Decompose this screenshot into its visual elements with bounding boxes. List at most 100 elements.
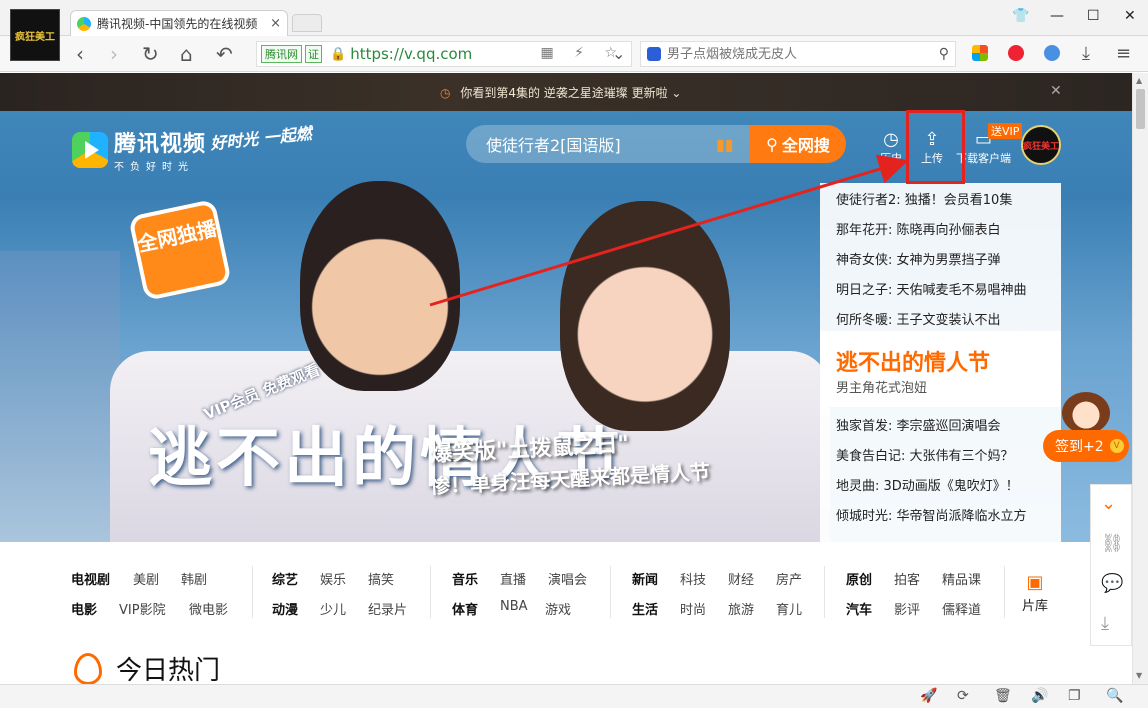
nav-fashion[interactable]: 时尚 — [680, 599, 706, 618]
scroll-thumb[interactable] — [1136, 89, 1145, 129]
back-icon[interactable]: ‹ — [76, 42, 84, 66]
volume-icon[interactable]: 🔊 — [1031, 688, 1048, 704]
featured-subtitle: 男主角花式泡妞 — [836, 381, 928, 396]
cert-badge[interactable]: 证 — [305, 45, 322, 63]
collapse-icon[interactable]: ⌄ — [1101, 493, 1116, 514]
nav-parenting[interactable]: 育儿 — [776, 599, 802, 618]
link-icon[interactable]: ⛓ — [1101, 533, 1124, 554]
nav-news[interactable]: 新闻 — [632, 569, 658, 588]
nav-funny[interactable]: 搞笑 — [368, 569, 394, 588]
nav-concert[interactable]: 演唱会 — [548, 569, 587, 588]
forward-icon[interactable]: › — [110, 42, 118, 66]
nav-live[interactable]: 直播 — [500, 569, 526, 588]
site-search-box[interactable]: ▮▮ — [466, 125, 750, 163]
mascot-girl-icon[interactable] — [1062, 392, 1110, 434]
browser-tabbar: 疯狂美工 腾讯视频-中国领先的在线视频 × 👕 — ☐ ✕ — [0, 0, 1148, 61]
list-item[interactable]: 美食告白记: 大张伟有三个妈？ — [836, 445, 1014, 464]
maximize-button[interactable]: ☐ — [1087, 8, 1100, 24]
browser-search-box[interactable]: ⚲ — [640, 41, 956, 67]
scroll-up-icon[interactable]: ▲ — [1136, 76, 1142, 85]
nav-life[interactable]: 生活 — [632, 599, 658, 618]
close-window-button[interactable]: ✕ — [1124, 8, 1136, 24]
signin-button[interactable]: 签到+2 V — [1043, 430, 1129, 462]
nav-movie[interactable]: 电影 — [71, 599, 97, 618]
nav-vip-cinema[interactable]: VIP影院 — [119, 599, 166, 618]
reload-icon[interactable]: ↻ — [142, 42, 159, 66]
blue-extension-icon[interactable] — [1044, 45, 1060, 61]
trending-bars-icon[interactable]: ▮▮ — [716, 135, 734, 154]
nav-travel[interactable]: 旅游 — [728, 599, 754, 618]
skin-icon[interactable]: 👕 — [1012, 8, 1029, 24]
list-item[interactable]: 神奇女侠: 女神为男票挡子弹 — [836, 249, 1001, 268]
page-scrollbar[interactable]: ▲ ▼ — [1132, 73, 1148, 684]
site-search-input[interactable] — [486, 134, 716, 154]
scroll-down-icon[interactable]: ▼ — [1136, 671, 1142, 680]
vip-promo-tag[interactable]: 送VIP — [988, 123, 1023, 139]
nav-film-review[interactable]: 影评 — [894, 599, 920, 618]
nav-original[interactable]: 原创 — [846, 569, 872, 588]
nav-micro-film[interactable]: 微电影 — [189, 599, 228, 618]
nav-paike[interactable]: 拍客 — [894, 569, 920, 588]
address-dropdown-icon[interactable]: ⌄ — [612, 42, 625, 66]
home-icon[interactable]: ⌂ — [180, 42, 193, 66]
notice-link[interactable]: ◷ 你看到第4集的 逆袭之星途璀璨 更新啦 ⌄ — [440, 84, 681, 101]
chevron-down-icon: ⌄ — [671, 86, 682, 100]
tab-title: 腾讯视频-中国领先的在线视频 — [97, 17, 258, 31]
list-item[interactable]: 使徒行者2: 独播！会员看10集 — [836, 189, 1012, 208]
nav-tv[interactable]: 电视剧 — [71, 569, 110, 588]
nav-tech[interactable]: 科技 — [680, 569, 706, 588]
list-item[interactable]: 那年花开: 陈晓再向孙俪表白 — [836, 219, 1001, 238]
site-search-button[interactable]: ⚲ 全网搜 — [750, 125, 846, 163]
list-item[interactable]: 地灵曲: 3D动画版《鬼吹灯》！ — [836, 475, 1019, 494]
new-tab-button[interactable] — [292, 14, 322, 32]
window-icon[interactable]: ❐ — [1068, 688, 1081, 704]
list-item[interactable]: 明日之子: 天佑喊麦毛不易唱神曲 — [836, 279, 1027, 298]
address-bar[interactable]: 腾讯网 证 🔒 https://v.qq.com ▦ ⚡ ☆ — [256, 41, 632, 67]
nav-kr-drama[interactable]: 韩剧 — [181, 569, 207, 588]
list-item[interactable]: 倾城时光: 华帝智尚派降临水立方 — [836, 505, 1027, 524]
nav-kids[interactable]: 少儿 — [320, 599, 346, 618]
refresh-icon[interactable]: ⟳ — [957, 688, 969, 704]
menu-icon[interactable]: ≡ — [1116, 42, 1131, 66]
nav-nba[interactable]: NBA — [500, 599, 528, 614]
undo-icon[interactable]: ↶ — [216, 42, 233, 66]
nav-anime[interactable]: 动漫 — [272, 599, 298, 618]
nav-rushidao[interactable]: 儒释道 — [942, 599, 981, 618]
minimize-button[interactable]: — — [1050, 8, 1064, 24]
nav-sports[interactable]: 体育 — [452, 599, 478, 618]
url-text[interactable]: https://v.qq.com — [350, 45, 472, 63]
browser-tab[interactable]: 腾讯视频-中国领先的在线视频 × — [70, 10, 288, 36]
nav-games[interactable]: 游戏 — [545, 599, 571, 618]
download-icon[interactable]: ⤓ — [1082, 42, 1090, 66]
list-item[interactable]: 独家首发: 李宗盛巡回演唱会 — [836, 415, 1001, 434]
browser-search-input[interactable] — [667, 46, 939, 62]
nav-variety[interactable]: 综艺 — [272, 569, 298, 588]
nav-documentary[interactable]: 纪录片 — [368, 599, 407, 618]
download-icon[interactable]: ⤓ — [1101, 613, 1109, 634]
notice-close-icon[interactable]: ✕ — [1050, 83, 1062, 99]
tencent-video-logo[interactable]: 腾讯视频 不负好时光 — [72, 126, 206, 173]
rocket-icon[interactable]: 🚀 — [920, 688, 937, 704]
trash-icon[interactable]: 🗑 — [994, 688, 1012, 704]
nav-music[interactable]: 音乐 — [452, 569, 478, 588]
nav-auto[interactable]: 汽车 — [846, 599, 872, 618]
feedback-icon[interactable]: 💬 — [1101, 573, 1123, 594]
history-button[interactable]: ◷ 历史 — [880, 129, 902, 166]
apps-extension-icon[interactable] — [972, 45, 988, 61]
zoom-icon[interactable]: 🔍 — [1106, 688, 1123, 704]
nav-us-drama[interactable]: 美剧 — [133, 569, 159, 588]
nav-finance[interactable]: 财经 — [728, 569, 754, 588]
nav-entertainment[interactable]: 娱乐 — [320, 569, 346, 588]
red-extension-icon[interactable] — [1008, 45, 1024, 61]
nav-courses[interactable]: 精品课 — [942, 569, 981, 588]
featured-item[interactable]: 逃不出的情人节 男主角花式泡妞 — [820, 331, 1061, 407]
film-library-button[interactable]: ▣ 片库 — [1022, 572, 1048, 614]
browser-app-logo[interactable]: 疯狂美工 — [10, 9, 60, 61]
recommend-list: 使徒行者2: 独播！会员看10集 那年花开: 陈晓再向孙俪表白 神奇女侠: 女神… — [820, 183, 1061, 542]
tab-close-icon[interactable]: × — [270, 16, 281, 31]
nav-realestate[interactable]: 房产 — [776, 569, 802, 588]
browser-toolbar: ‹ › ↻ ⌂ ↶ 腾讯网 证 🔒 https://v.qq.com ▦ ⚡ ☆… — [0, 36, 1148, 72]
user-avatar[interactable]: 疯狂美工 — [1021, 125, 1061, 165]
list-item[interactable]: 何所冬暖: 王子文变装认不出 — [836, 309, 1001, 328]
search-icon[interactable]: ⚲ — [939, 46, 949, 62]
